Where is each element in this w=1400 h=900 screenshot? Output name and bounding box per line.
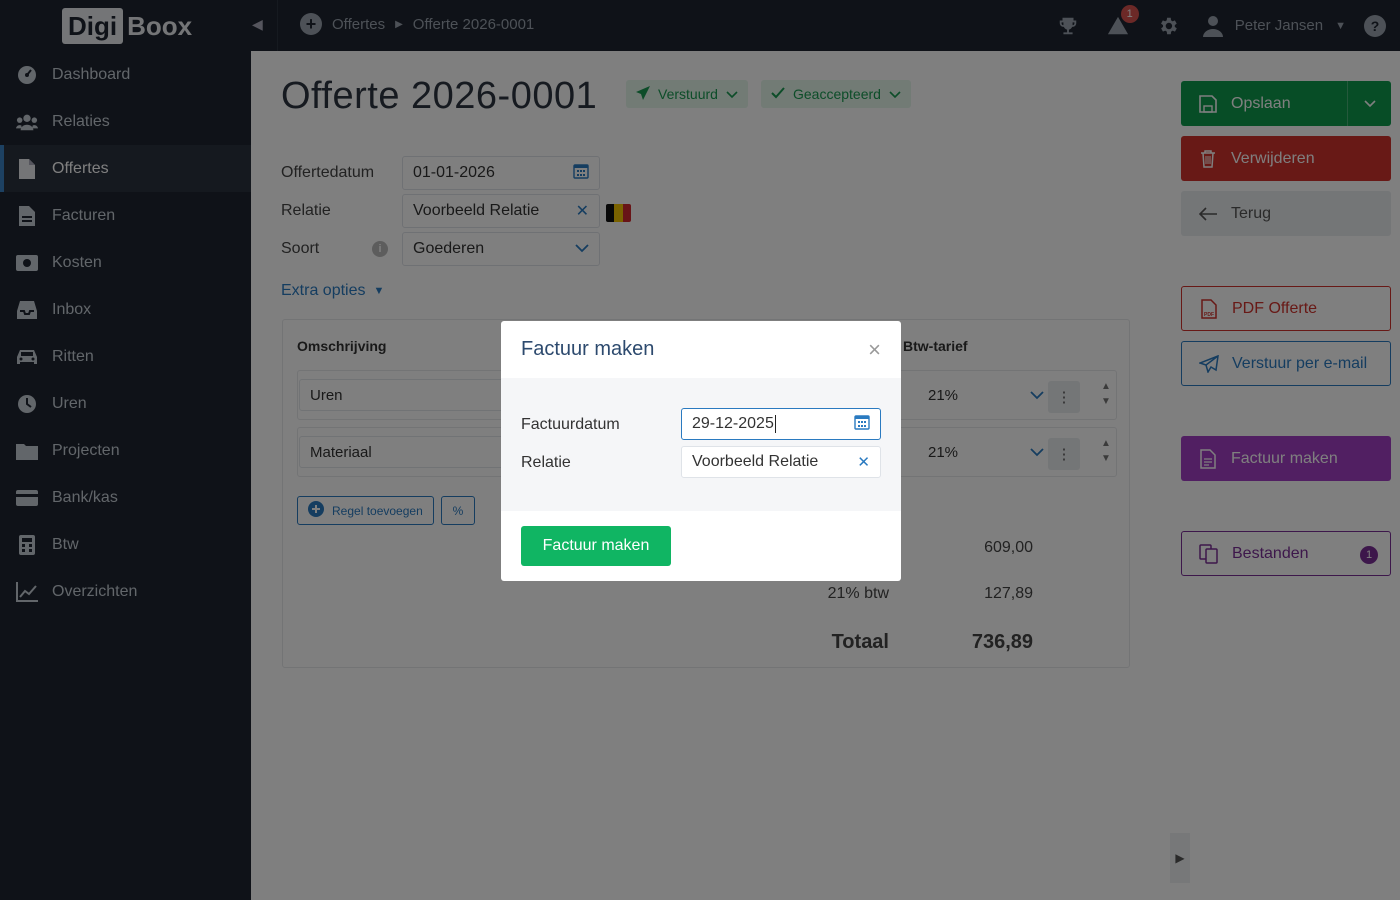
calendar-icon[interactable] — [854, 414, 870, 435]
close-icon[interactable]: × — [868, 338, 881, 361]
make-invoice-submit-button[interactable]: Factuur maken — [521, 526, 671, 566]
modal-header: Factuur maken × — [501, 321, 901, 378]
clear-icon[interactable]: ✕ — [857, 453, 870, 471]
modal-body: Factuurdatum 29-12-2025 Relatie Voorbeel… — [501, 378, 901, 511]
invoice-date-field[interactable]: 29-12-2025 — [681, 408, 881, 440]
modal-title: Factuur maken — [521, 338, 655, 360]
invoice-relation-value: Voorbeeld Relatie — [692, 453, 819, 470]
make-invoice-modal: Factuur maken × Factuurdatum 29-12-2025 … — [501, 321, 901, 581]
invoice-relation-field[interactable]: Voorbeeld Relatie ✕ — [681, 446, 881, 478]
invoice-date-label: Factuurdatum — [521, 416, 620, 433]
modal-footer: Factuur maken — [501, 511, 901, 581]
invoice-relation-label: Relatie — [521, 454, 571, 471]
invoice-date-value: 29-12-2025 — [692, 414, 776, 433]
